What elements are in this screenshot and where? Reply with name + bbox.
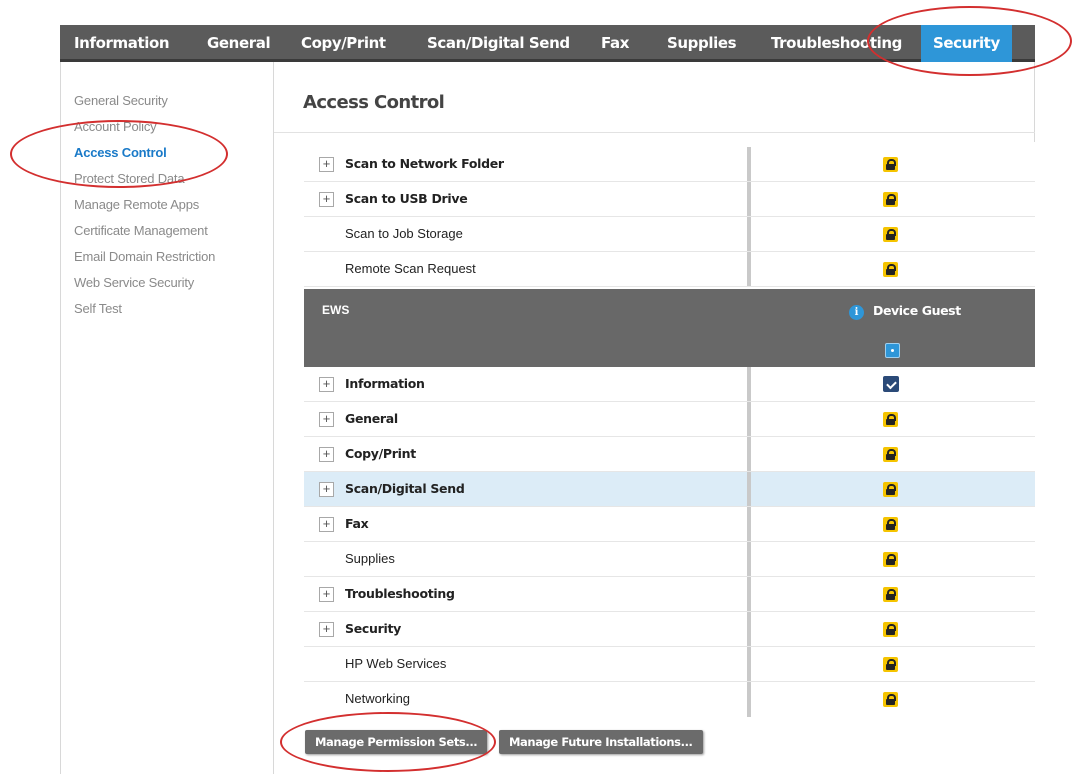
column-separator: [747, 647, 751, 681]
table-row: Scan to Job Storage: [304, 217, 1035, 252]
row-label: Networking: [345, 691, 411, 706]
table-row: + Information: [304, 367, 1035, 402]
lock-icon[interactable]: [883, 622, 898, 637]
column-header-device-guest: Device Guest: [873, 303, 961, 318]
row-label: Copy/Print: [345, 446, 416, 461]
lock-icon[interactable]: [883, 657, 898, 672]
column-separator: [747, 542, 751, 576]
ews-section-header: EWS i Device Guest: [304, 289, 1035, 367]
tab-information[interactable]: Information: [74, 25, 170, 62]
sidebar-item-certificate-management[interactable]: Certificate Management: [74, 222, 264, 248]
table-row-highlighted: + Scan/Digital Send: [304, 472, 1035, 507]
table-row: + Copy/Print: [304, 437, 1035, 472]
expand-icon[interactable]: +: [319, 377, 334, 392]
title-divider: [274, 132, 1035, 133]
top-nav: Information General Copy/Print Scan/Digi…: [60, 25, 1035, 62]
row-label: HP Web Services: [345, 656, 447, 671]
table-row: + Security: [304, 612, 1035, 647]
column-separator: [747, 682, 751, 717]
lock-icon[interactable]: [883, 192, 898, 207]
sidebar-item-self-test[interactable]: Self Test: [74, 300, 264, 326]
row-label: Fax: [345, 516, 369, 531]
lock-icon[interactable]: [883, 517, 898, 532]
row-label: General: [345, 411, 398, 426]
sidebar-item-web-service-security[interactable]: Web Service Security: [74, 274, 264, 300]
checkbox-checked-icon[interactable]: [883, 376, 899, 392]
column-separator: [747, 147, 751, 181]
expand-icon[interactable]: +: [319, 517, 334, 532]
lock-icon[interactable]: [883, 587, 898, 602]
sidebar-item-access-control[interactable]: Access Control: [74, 144, 264, 170]
page-title: Access Control: [303, 92, 445, 113]
manage-future-installations-button[interactable]: Manage Future Installations...: [499, 730, 703, 754]
lock-icon[interactable]: [883, 552, 898, 567]
table-row: + Troubleshooting: [304, 577, 1035, 612]
expand-icon[interactable]: +: [319, 587, 334, 602]
row-label: Information: [345, 376, 425, 391]
lock-icon[interactable]: [883, 482, 898, 497]
row-label: Security: [345, 621, 401, 636]
sidebar-item-manage-remote-apps[interactable]: Manage Remote Apps: [74, 196, 264, 222]
column-separator: [747, 472, 751, 506]
table-row: HP Web Services: [304, 647, 1035, 682]
lock-icon[interactable]: [883, 447, 898, 462]
sidebar-item-general-security[interactable]: General Security: [74, 92, 264, 118]
tab-supplies[interactable]: Supplies: [667, 25, 737, 62]
tab-copy-print[interactable]: Copy/Print: [301, 25, 386, 62]
column-separator: [747, 437, 751, 471]
info-icon[interactable]: i: [849, 305, 864, 320]
manage-permission-sets-button[interactable]: Manage Permission Sets...: [305, 730, 488, 754]
table-row: Remote Scan Request: [304, 252, 1035, 287]
lock-icon[interactable]: [883, 227, 898, 242]
column-separator: [747, 252, 751, 286]
column-separator: [747, 217, 751, 251]
expand-icon[interactable]: +: [319, 447, 334, 462]
expand-icon[interactable]: +: [319, 622, 334, 637]
content-frame-left: [60, 62, 61, 774]
column-separator: [747, 612, 751, 646]
lock-icon[interactable]: [883, 412, 898, 427]
column-separator: [747, 507, 751, 541]
tab-scan-digital-send[interactable]: Scan/Digital Send: [427, 25, 570, 62]
lock-icon[interactable]: [883, 262, 898, 277]
table-row: Networking: [304, 682, 1035, 717]
sidebar-item-account-policy[interactable]: Account Policy: [74, 118, 264, 144]
table-row: + General: [304, 402, 1035, 437]
content-frame-right: [1034, 62, 1035, 142]
row-label: Scan to Job Storage: [345, 226, 463, 241]
row-label: Remote Scan Request: [345, 261, 476, 276]
sidebar-item-protect-stored-data[interactable]: Protect Stored Data: [74, 170, 264, 196]
table-row: Supplies: [304, 542, 1035, 577]
lock-icon[interactable]: [883, 692, 898, 707]
column-separator: [747, 182, 751, 216]
table-row: + Scan to Network Folder: [304, 147, 1035, 182]
table-row: + Fax: [304, 507, 1035, 542]
row-label: Troubleshooting: [345, 586, 455, 601]
expand-icon[interactable]: +: [319, 192, 334, 207]
sidebar: General Security Account Policy Access C…: [74, 92, 264, 326]
lock-icon[interactable]: [883, 157, 898, 172]
select-all-toggle[interactable]: [885, 343, 900, 358]
tab-fax[interactable]: Fax: [601, 25, 629, 62]
expand-icon[interactable]: +: [319, 412, 334, 427]
sidebar-item-email-domain-restriction[interactable]: Email Domain Restriction: [74, 248, 264, 274]
sidebar-divider: [273, 62, 274, 774]
row-label: Scan to Network Folder: [345, 156, 504, 171]
section-name: EWS: [322, 303, 350, 317]
expand-icon[interactable]: +: [319, 482, 334, 497]
column-separator: [747, 367, 751, 401]
row-label: Scan/Digital Send: [345, 481, 465, 496]
column-separator: [747, 402, 751, 436]
row-label: Scan to USB Drive: [345, 191, 468, 206]
column-separator: [747, 577, 751, 611]
tab-general[interactable]: General: [207, 25, 271, 62]
tab-security[interactable]: Security: [921, 25, 1012, 62]
table-row: + Scan to USB Drive: [304, 182, 1035, 217]
row-label: Supplies: [345, 551, 395, 566]
expand-icon[interactable]: +: [319, 157, 334, 172]
tab-troubleshooting[interactable]: Troubleshooting: [771, 25, 902, 62]
